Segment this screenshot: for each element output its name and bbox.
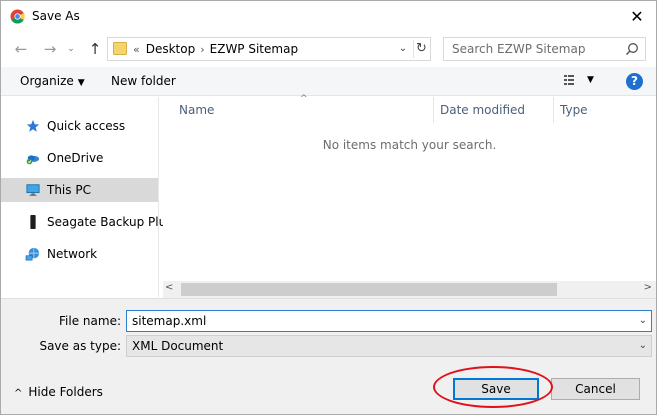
view-options-dropdown-icon[interactable]: ▼ [587,75,594,85]
up-folder-button[interactable]: ↑ [85,38,105,60]
hide-folders-button[interactable]: ^ Hide Folders [14,385,103,399]
save-as-type-select[interactable]: XML Document ⌄ [126,335,652,357]
close-button[interactable]: ✕ [626,6,648,28]
save-as-type-label: Save as type: [39,339,121,353]
refresh-button[interactable]: ↻ [413,40,429,58]
column-header-name[interactable]: Name [173,97,431,122]
search-icon[interactable] [625,42,639,56]
drive-icon [30,215,36,229]
sidebar-item-label: OneDrive [47,151,104,165]
folder-icon [113,42,127,55]
search-box[interactable]: Search EZWP Sitemap [443,37,646,61]
scroll-right-icon[interactable]: > [644,282,652,293]
save-as-type-value: XML Document [132,339,224,353]
save-form: File name: sitemap.xml ⌄ Save as type: X… [1,298,656,414]
search-input[interactable]: Search EZWP Sitemap [452,42,585,56]
monitor-icon [26,184,40,196]
file-name-value[interactable]: sitemap.xml [132,314,206,328]
star-icon [26,119,40,132]
cancel-button[interactable]: Cancel [551,378,640,400]
address-dropdown-button[interactable]: ⌄ [396,41,410,57]
horizontal-scrollbar[interactable]: < > [163,281,656,298]
sidebar-item-label: Network [47,247,98,261]
organize-menu[interactable]: Organize ▼ [20,74,85,88]
column-header-type[interactable]: Type [554,97,654,122]
back-button[interactable]: ← [11,38,31,60]
chevron-up-icon: ^ [14,388,23,399]
sidebar-item-quick-access[interactable]: Quick access [1,114,158,138]
breadcrumb-ezwp-sitemap[interactable]: EZWP Sitemap [210,42,298,56]
breadcrumb-separator-icon: › [200,43,205,56]
caret-down-icon: ▼ [77,78,85,88]
onedrive-icon [26,155,40,165]
sidebar-item-label: This PC [47,183,91,197]
chevron-down-icon[interactable]: ⌄ [639,340,647,351]
file-name-label: File name: [59,314,121,328]
navigation-bar: ← → ⌄ ↑ « Desktop › EZWP Sitemap ⌄ ↻ Search… [1,34,656,64]
sidebar-item-seagate-backup-plus[interactable]: Seagate Backup Plus [1,210,172,234]
scroll-left-icon[interactable]: < [165,282,173,293]
network-icon [25,247,40,261]
forward-button[interactable]: → [40,38,60,60]
save-as-dialog: Save As ✕ ← → ⌄ ↑ « Desktop › EZWP Sitemap … [0,0,657,415]
navigation-pane: Quick access OneDrive This PC Seagate Ba… [1,97,172,297]
sidebar-item-label: Quick access [47,119,126,133]
recent-locations-button[interactable]: ⌄ [64,38,78,60]
sidebar-item-label: Seagate Backup Plus [47,215,173,229]
view-options-icon[interactable] [564,74,580,88]
organize-label: Organize [20,74,74,88]
breadcrumb: « Desktop › EZWP Sitemap [133,42,298,56]
sidebar-item-onedrive[interactable]: OneDrive [1,146,158,170]
file-list: ^ Name Date modified Type No items match… [163,94,656,282]
scrollbar-thumb[interactable] [181,283,557,296]
breadcrumb-overflow[interactable]: « [133,43,140,56]
sidebar-item-this-pc[interactable]: This PC [1,178,158,202]
column-header-date-modified[interactable]: Date modified [434,97,552,122]
empty-list-message: No items match your search. [322,138,497,152]
save-button[interactable]: Save [453,378,539,400]
file-name-field[interactable]: sitemap.xml ⌄ [126,310,652,332]
command-bar: Organize ▼ New folder ▼ ? [1,67,656,96]
chrome-icon [10,9,25,24]
new-folder-button[interactable]: New folder [111,74,176,88]
address-bar[interactable]: « Desktop › EZWP Sitemap ⌄ ↻ [107,37,431,61]
sidebar-item-network[interactable]: Network [1,242,158,266]
chevron-down-icon[interactable]: ⌄ [639,315,647,326]
breadcrumb-desktop[interactable]: Desktop [146,42,196,56]
title-bar: Save As ✕ [1,1,656,32]
help-icon[interactable]: ? [626,73,643,90]
window-title: Save As [32,9,80,23]
hide-folders-label: Hide Folders [28,385,103,399]
